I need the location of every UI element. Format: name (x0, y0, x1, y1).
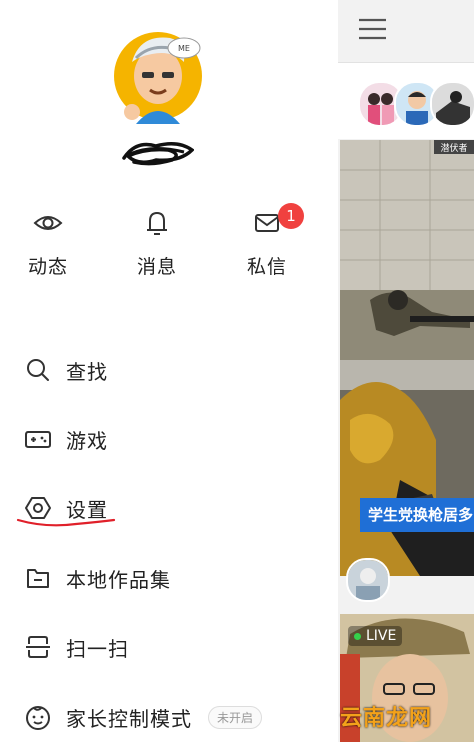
story-avatar[interactable] (430, 81, 474, 127)
menu-item-label: 扫一扫 (66, 636, 129, 661)
red-highlight-underline (16, 518, 116, 527)
gamepad-icon (25, 431, 51, 448)
live-badge: LIVE (348, 626, 403, 646)
user-avatar[interactable]: ME (112, 28, 204, 128)
username-redacted (122, 142, 194, 166)
feed-video-thumbnail[interactable]: 潜伏者 学生党换枪居多 (340, 140, 474, 576)
eye-icon (33, 216, 63, 230)
parental-mode-status: 未开启 (208, 705, 263, 729)
quick-action-label: 消息 (136, 256, 177, 278)
search-icon (27, 359, 49, 381)
side-drawer: ME 动态 消息 私信 1 查找 游戏 设置 本地作品集 扫一扫 家长控制模式 … (0, 0, 338, 742)
live-dot-icon (354, 632, 361, 640)
following-stories (338, 63, 474, 139)
menu-item-scan[interactable]: 扫一扫 (24, 627, 129, 667)
hamburger-menu-icon[interactable] (358, 17, 388, 41)
scan-icon (26, 636, 50, 658)
quick-action-label: 动态 (27, 256, 68, 278)
unread-badge: 1 (278, 203, 304, 229)
menu-item-parental-mode[interactable]: 家长控制模式 未开启 (24, 697, 263, 737)
folder-icon (27, 569, 49, 588)
menu-item-games[interactable]: 游戏 (24, 419, 108, 459)
avatar-tag: ME (178, 44, 190, 53)
menu-item-label: 家长控制模式 (66, 706, 192, 731)
feed-peek: 潜伏者 学生党换枪居多 LIVE (338, 0, 474, 742)
child-face-icon (26, 706, 50, 730)
video-caption: 学生党换枪居多 (360, 498, 474, 532)
watermark: 云南龙网 (340, 706, 433, 731)
live-label: LIVE (366, 628, 397, 644)
quick-action-activity[interactable]: 动态 (13, 208, 83, 279)
quick-action-label: 私信 (246, 256, 287, 278)
feed-top-bar (338, 0, 474, 63)
bell-icon (147, 212, 167, 235)
menu-item-label: 本地作品集 (66, 567, 171, 592)
menu-item-label: 游戏 (66, 428, 108, 453)
game-hud-label: 潜伏者 (440, 142, 467, 154)
menu-item-local-works[interactable]: 本地作品集 (24, 558, 171, 598)
menu-item-search[interactable]: 查找 (24, 350, 108, 390)
video-author-avatar[interactable] (346, 558, 390, 602)
menu-item-label: 查找 (66, 359, 108, 384)
quick-action-messages[interactable]: 消息 (122, 208, 192, 279)
